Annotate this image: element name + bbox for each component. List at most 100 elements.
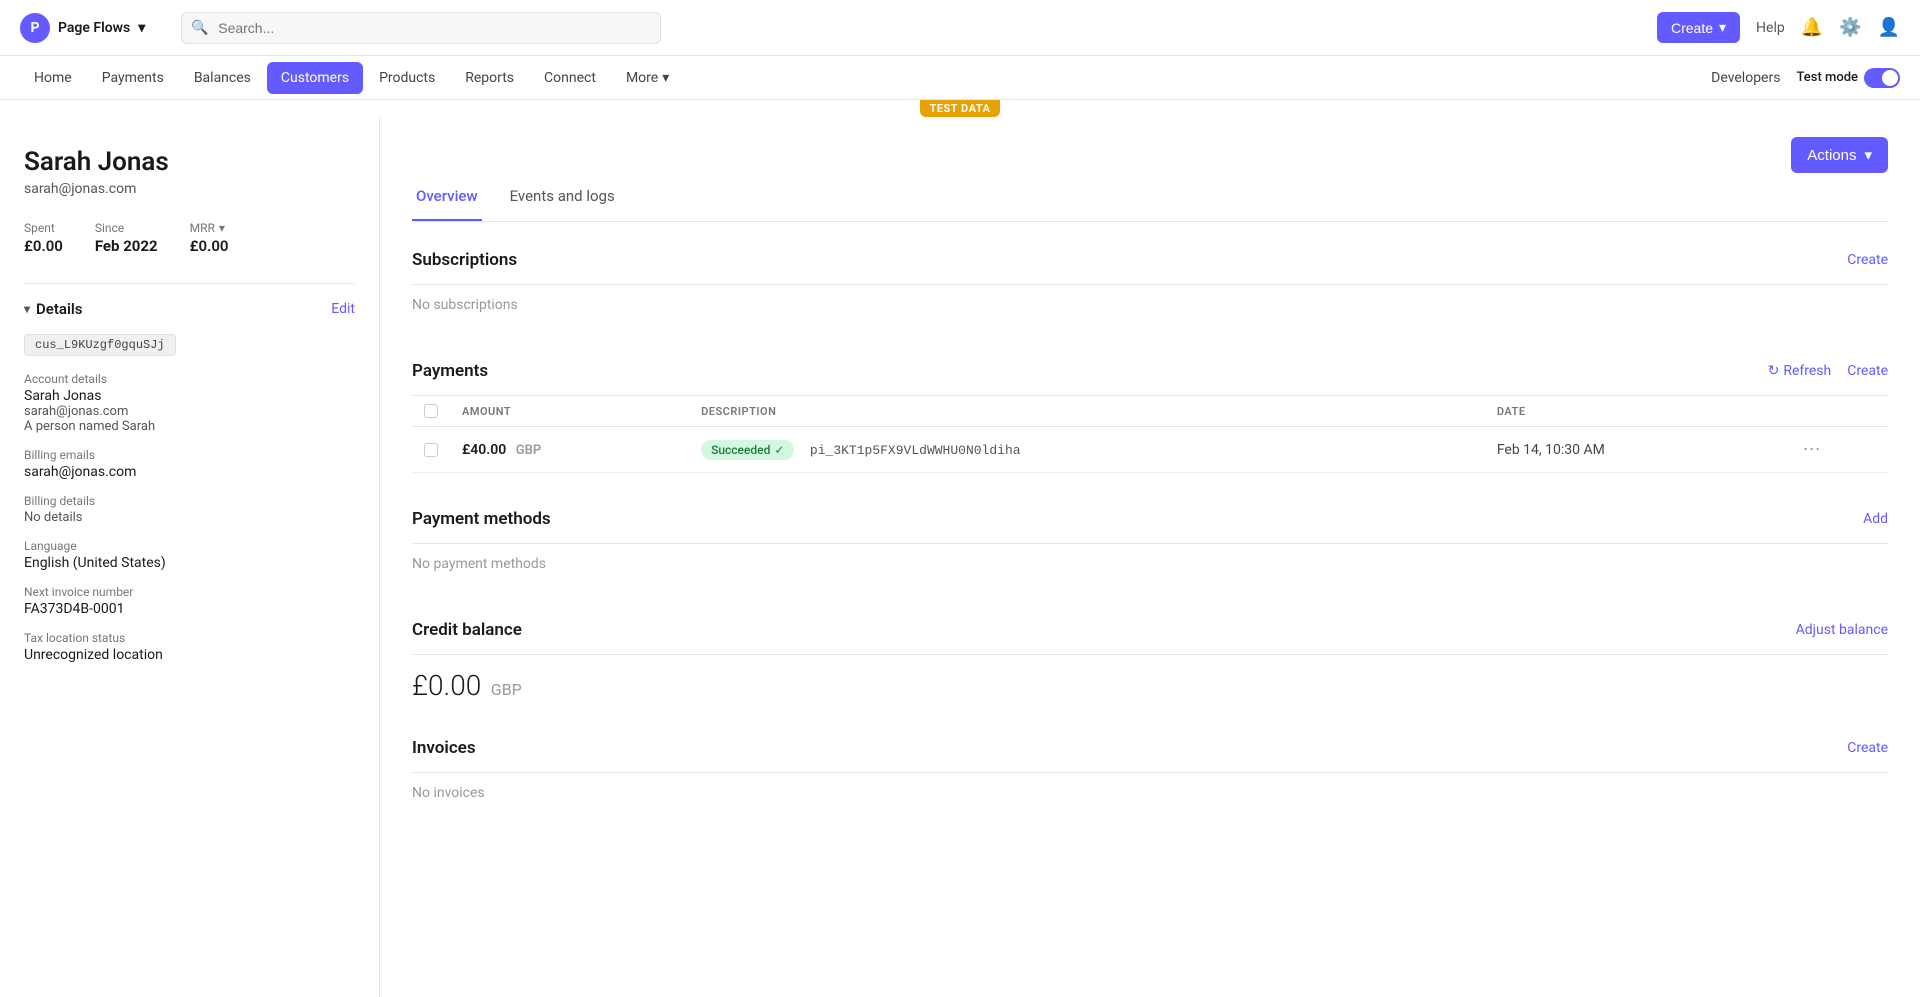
credit-currency: GBP <box>491 680 522 699</box>
details-header[interactable]: ▾ Details Edit <box>24 300 355 318</box>
stat-since: Since Feb 2022 <box>95 221 158 255</box>
detail-next-invoice: Next invoice number FA373D4B-0001 <box>24 585 355 617</box>
stat-mrr: MRR ▾ £0.00 <box>190 221 229 255</box>
subscriptions-header: Subscriptions Create <box>412 250 1888 270</box>
main-layout: Sarah Jonas sarah@jonas.com Spent £0.00 … <box>0 117 1920 997</box>
th-amount: AMOUNT <box>450 396 689 427</box>
test-banner-wrap: TEST DATA <box>0 100 1920 117</box>
payment-methods-empty: No payment methods <box>412 544 1888 584</box>
nav-home[interactable]: Home <box>20 62 86 94</box>
payment-methods-add-link[interactable]: Add <box>1863 511 1888 527</box>
credit-balance-divider <box>412 654 1888 655</box>
payment-methods-title: Payment methods <box>412 509 551 529</box>
test-mode-switch[interactable] <box>1864 68 1900 88</box>
developers-link[interactable]: Developers <box>1711 70 1780 86</box>
payments-create-link[interactable]: Create <box>1847 363 1888 379</box>
payment-more-button[interactable]: ⋯ <box>1803 439 1821 460</box>
stats-row: Spent £0.00 Since Feb 2022 MRR ▾ £0.00 <box>24 221 355 255</box>
help-link[interactable]: Help <box>1756 20 1785 36</box>
invoices-section: Invoices Create No invoices <box>412 738 1888 813</box>
customer-id-badge: cus_L9KUzgf0gquSJj <box>24 334 176 356</box>
notifications-icon[interactable]: 🔔 <box>1801 17 1823 38</box>
nav-balances[interactable]: Balances <box>180 62 265 94</box>
detail-billing-emails: Billing emails sarah@jonas.com <box>24 448 355 480</box>
nav-payments[interactable]: Payments <box>88 62 178 94</box>
payments-actions-row: ↻ Refresh Create <box>1768 363 1888 379</box>
invoices-empty: No invoices <box>412 773 1888 813</box>
credit-balance-section: Credit balance Adjust balance £0.00 GBP <box>412 620 1888 702</box>
invoices-header: Invoices Create <box>412 738 1888 758</box>
payments-header: Payments ↻ Refresh Create <box>412 361 1888 381</box>
row-checkbox[interactable] <box>424 443 438 457</box>
search-icon: 🔍 <box>191 20 208 36</box>
detail-language: Language English (United States) <box>24 539 355 571</box>
payment-date: Feb 14, 10:30 AM <box>1485 427 1791 473</box>
payment-description: pi_3KT1p5FX9VLdWWHU0N0ldiha <box>810 443 1021 458</box>
adjust-balance-link[interactable]: Adjust balance <box>1796 622 1888 638</box>
navbar: Home Payments Balances Customers Product… <box>0 56 1920 100</box>
payments-table-header: AMOUNT DESCRIPTION DATE <box>412 396 1888 427</box>
main-content: Overview Events and logs Subscriptions C… <box>380 173 1920 997</box>
payment-methods-header: Payment methods Add <box>412 509 1888 529</box>
check-icon: ✓ <box>774 443 784 457</box>
actions-button[interactable]: Actions ▾ <box>1791 137 1888 173</box>
app-name: Page Flows <box>58 20 130 36</box>
tab-events-logs[interactable]: Events and logs <box>506 173 619 221</box>
invoices-create-link[interactable]: Create <box>1847 740 1888 756</box>
nav-connect[interactable]: Connect <box>530 62 610 94</box>
refresh-button[interactable]: ↻ Refresh <box>1768 363 1832 379</box>
subscriptions-empty: No subscriptions <box>412 285 1888 325</box>
select-all-checkbox[interactable] <box>424 404 438 418</box>
payment-more-cell: ⋯ <box>1791 427 1888 473</box>
th-checkbox <box>412 396 450 427</box>
create-chevron-icon: ▾ <box>1719 19 1726 36</box>
topbar-right: Create ▾ Help 🔔 ⚙️ 👤 <box>1657 12 1900 43</box>
table-row[interactable]: £40.00 GBP Succeeded ✓ pi_3KT1p5FX9VLdWW… <box>412 427 1888 473</box>
logo-chevron-icon: ▾ <box>138 20 145 36</box>
payments-title: Payments <box>412 361 488 381</box>
subscriptions-section: Subscriptions Create No subscriptions <box>412 250 1888 325</box>
test-data-banner: TEST DATA <box>920 100 1001 117</box>
mrr-chevron-icon: ▾ <box>219 221 225 235</box>
credit-balance-title: Credit balance <box>412 620 522 640</box>
payment-amount-cell: £40.00 GBP <box>450 427 689 473</box>
actions-chevron-icon: ▾ <box>1864 146 1872 164</box>
nav-reports[interactable]: Reports <box>451 62 528 94</box>
status-badge: Succeeded ✓ <box>701 440 794 460</box>
customer-email: sarah@jonas.com <box>24 181 355 197</box>
nav-products[interactable]: Products <box>365 62 449 94</box>
create-button[interactable]: Create ▾ <box>1657 12 1740 43</box>
invoices-title: Invoices <box>412 738 476 758</box>
app-logo[interactable]: P Page Flows ▾ <box>20 13 145 43</box>
edit-link[interactable]: Edit <box>331 301 355 317</box>
nav-customers[interactable]: Customers <box>267 62 363 94</box>
stat-spent: Spent £0.00 <box>24 221 63 255</box>
payment-currency: GBP <box>516 443 541 458</box>
row-checkbox-cell <box>412 427 450 473</box>
logo-icon: P <box>20 13 50 43</box>
nav-more[interactable]: More ▾ <box>612 62 683 94</box>
avatar-icon[interactable]: 👤 <box>1878 17 1900 38</box>
detail-tax-location: Tax location status Unrecognized locatio… <box>24 631 355 663</box>
details-title: ▾ Details <box>24 300 82 318</box>
th-date: DATE <box>1485 396 1791 427</box>
credit-amount: £0.00 <box>412 669 481 702</box>
subscriptions-create-link[interactable]: Create <box>1847 252 1888 268</box>
customer-name: Sarah Jonas <box>24 147 355 177</box>
detail-billing-details: Billing details No details <box>24 494 355 525</box>
refresh-icon: ↻ <box>1768 363 1780 379</box>
detail-account: Account details Sarah Jonas sarah@jonas.… <box>24 372 355 434</box>
payment-methods-section: Payment methods Add No payment methods <box>412 509 1888 584</box>
credit-balance-header: Credit balance Adjust balance <box>412 620 1888 640</box>
navbar-right: Developers Test mode <box>1711 68 1900 88</box>
search-input[interactable] <box>181 12 661 44</box>
tabs: Overview Events and logs <box>412 173 1888 222</box>
settings-icon[interactable]: ⚙️ <box>1839 17 1861 38</box>
payment-amount: £40.00 <box>462 442 506 458</box>
test-mode-toggle[interactable]: Test mode <box>1796 68 1900 88</box>
details-chevron-icon: ▾ <box>24 302 30 316</box>
tab-overview[interactable]: Overview <box>412 173 482 221</box>
topbar: P Page Flows ▾ 🔍 Create ▾ Help 🔔 ⚙️ 👤 <box>0 0 1920 56</box>
more-chevron-icon: ▾ <box>662 70 669 86</box>
test-mode-label: Test mode <box>1796 70 1858 85</box>
